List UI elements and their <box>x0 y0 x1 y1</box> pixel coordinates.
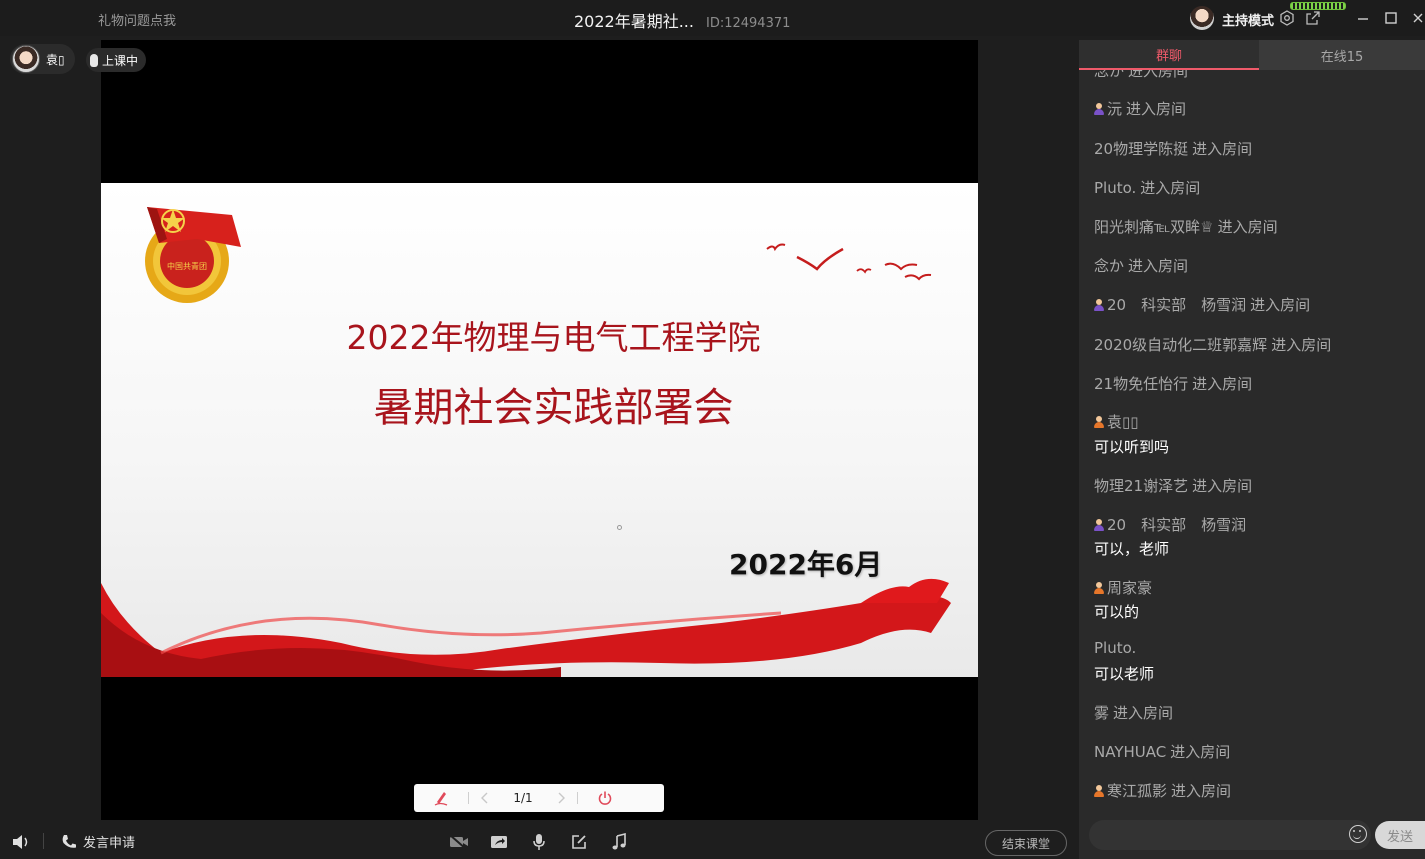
send-button[interactable]: 发送 <box>1375 821 1425 849</box>
chat-tabs: 群聊 在线15 <box>1079 40 1425 70</box>
user-level-icon <box>1094 298 1104 311</box>
chat-message-text: 可以听到吗 <box>1094 438 1170 456</box>
room-title: 2022年暑期社... <box>574 12 694 31</box>
chat-message-text: 可以的 <box>1094 603 1140 621</box>
tab-group-chat[interactable]: 群聊 <box>1079 40 1259 70</box>
microphone-icon <box>90 53 98 67</box>
share-out-icon[interactable] <box>1304 9 1322 27</box>
chat-message-text: 可以，老师 <box>1094 540 1170 558</box>
title-bar: 礼物问题点我 2022年暑期社... ID:12494371 主持模式 <box>0 0 1425 36</box>
end-class-button[interactable]: 结束课堂 <box>985 830 1067 856</box>
previous-page-icon[interactable] <box>469 792 501 804</box>
user-level-icon <box>1094 415 1104 428</box>
youth-league-emblem-icon: 中国共青团 <box>145 207 241 303</box>
list-item: 物理21谢泽艺 进入房间 <box>1094 477 1253 495</box>
list-item: 雾进入房间 <box>1094 704 1174 722</box>
host-avatar[interactable] <box>1190 6 1214 30</box>
speaker-icon[interactable] <box>10 832 32 852</box>
list-item: 20 科实部 杨雪润 <box>1094 514 1246 535</box>
user-level-icon <box>1094 518 1104 531</box>
microphone-icon[interactable] <box>528 832 550 852</box>
screen-share-icon[interactable] <box>488 832 510 852</box>
list-item: 袁▯▯ <box>1094 411 1139 432</box>
list-item: 念か 进入房间 <box>1094 70 1189 80</box>
presenter-avatar <box>12 45 40 73</box>
room-title-group: 2022年暑期社... ID:12494371 <box>574 8 790 32</box>
music-icon[interactable] <box>608 832 630 852</box>
settings-icon[interactable] <box>1278 9 1296 27</box>
user-level-icon <box>1094 581 1104 594</box>
room-id: ID:12494371 <box>705 16 791 31</box>
host-mode-label[interactable]: 主持模式 <box>1222 10 1274 29</box>
user-level-icon <box>1094 102 1104 115</box>
close-icon[interactable] <box>1409 9 1425 27</box>
chat-input[interactable] <box>1089 820 1371 850</box>
presentation-slide: 中国共青团 2022年物理与电气工程学院 暑期社会实践部署会 2022年6月 <box>101 183 978 677</box>
list-item: 寒江孤影 进入房间 <box>1094 780 1231 801</box>
list-item: 念か 进入房间 <box>1094 257 1189 275</box>
list-item: 阳光刺痛℡双眸♕ 进入房间 <box>1094 218 1278 236</box>
pen-icon[interactable] <box>414 789 468 807</box>
camera-off-icon[interactable] <box>448 832 470 852</box>
next-page-icon[interactable] <box>545 792 577 804</box>
phone-icon[interactable] <box>58 832 80 852</box>
presenter-name: 袁▯ <box>46 52 65 67</box>
user-level-icon <box>1094 784 1104 797</box>
presenter-badge[interactable]: 袁▯ <box>10 44 75 74</box>
class-status-label: 上课中 <box>102 53 139 68</box>
tab-online[interactable]: 在线15 <box>1259 40 1425 70</box>
flying-birds-icon <box>766 243 932 281</box>
list-item: Pluto. <box>1094 639 1137 657</box>
list-item: 沅进入房间 <box>1094 98 1186 119</box>
edit-icon[interactable] <box>568 832 590 852</box>
separator <box>43 833 44 849</box>
presentation-stage: 中国共青团 2022年物理与电气工程学院 暑期社会实践部署会 2022年6月 <box>101 40 978 820</box>
class-status-badge: 上课中 <box>86 48 147 72</box>
gift-help-link[interactable]: 礼物问题点我 <box>98 10 176 29</box>
chat-panel: 群聊 在线15 念か 进入房间 沅进入房间 20物理学陈挺 进入房间 Pluto. 进… <box>1079 40 1425 859</box>
list-item: 20 科实部 杨雪润 进入房间 <box>1094 294 1310 315</box>
chat-message-text: 可以老师 <box>1094 665 1155 683</box>
list-item: 21物免任怡行 进入房间 <box>1094 375 1253 393</box>
minimize-icon[interactable] <box>1354 9 1372 27</box>
slide-title-line2: 暑期社会实践部署会 <box>373 385 734 431</box>
emoji-icon[interactable] <box>1349 825 1367 843</box>
list-item: Pluto. 进入房间 <box>1094 178 1201 198</box>
list-item: 20物理学陈挺 进入房间 <box>1094 140 1253 158</box>
classroom-window: 礼物问题点我 2022年暑期社... ID:12494371 主持模式 中国共青… <box>0 0 1425 859</box>
slide-title-line1: 2022年物理与电气工程学院 <box>346 318 761 357</box>
chat-message-list[interactable]: 念か 进入房间 沅进入房间 20物理学陈挺 进入房间 Pluto. 进入房间 阳光刺痛… <box>1079 70 1425 820</box>
apply-speak-button[interactable]: 发言申请 <box>83 832 135 851</box>
list-item: 2020级自动化二班郭嘉辉 进入房间 <box>1094 336 1332 354</box>
slide-date: 2022年6月 <box>729 548 883 581</box>
page-indicator: 1/1 <box>513 791 533 805</box>
power-off-icon[interactable] <box>578 790 632 806</box>
svg-text:中国共青团: 中国共青团 <box>167 261 207 271</box>
slide-toolbar: 1/1 <box>414 784 664 812</box>
list-item: 周家豪 <box>1094 577 1152 598</box>
maximize-icon[interactable] <box>1382 9 1400 27</box>
list-item: NAYHUAC 进入房间 <box>1094 742 1231 762</box>
laser-pointer <box>617 525 622 530</box>
